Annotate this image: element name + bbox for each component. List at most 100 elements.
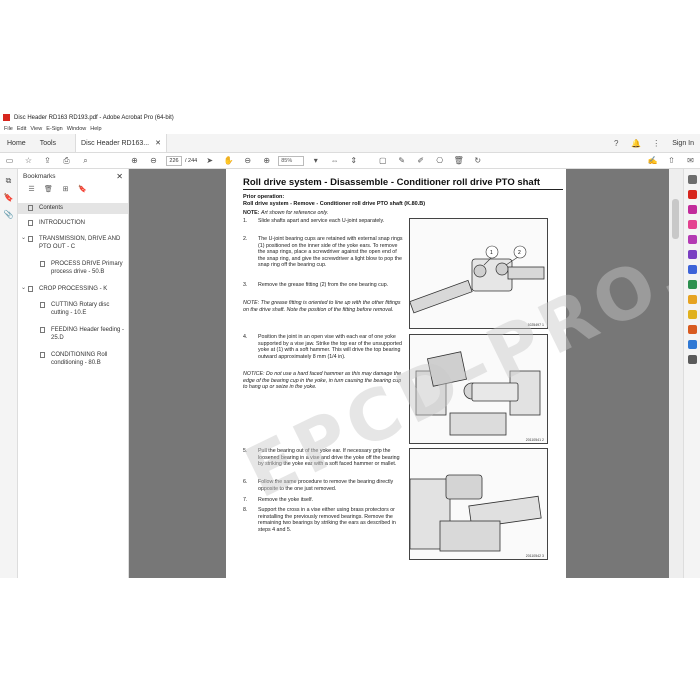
bookmark-item-feeding[interactable]: FEEDING Header feeding - 25.D: [18, 326, 128, 348]
menu-view[interactable]: View: [30, 126, 42, 132]
page-total: / 244: [185, 157, 198, 164]
next-page-icon[interactable]: ⊖: [148, 155, 159, 166]
tab-home[interactable]: Home: [0, 140, 33, 147]
bookmark-item-contents[interactable]: Contents: [18, 203, 128, 214]
tab-document[interactable]: Disc Header RD163... ✕: [75, 134, 167, 152]
bookmarks-title: Bookmarks: [23, 172, 56, 180]
upload-icon[interactable]: ⇪: [42, 155, 53, 166]
prior-operation-label: Prior operation:: [243, 194, 285, 200]
options-icon[interactable]: ☰: [26, 184, 37, 195]
pen-icon[interactable]: ✎: [396, 155, 407, 166]
chevron-down-icon[interactable]: ⌄: [21, 235, 26, 243]
right-tools-pane: [683, 169, 700, 578]
menu-file[interactable]: File: [4, 126, 13, 132]
document-tab-label: Disc Header RD163...: [81, 139, 150, 147]
sign-icon[interactable]: ✍: [647, 155, 658, 166]
bookmark-item-transmission[interactable]: ⌄ TRANSMISSION, DRIVE AND PTO OUT - C: [18, 235, 128, 257]
help-icon[interactable]: ?: [611, 138, 621, 148]
search-icon[interactable]: ⌕: [80, 155, 91, 166]
new-bookmark-icon[interactable]: ⊞: [60, 184, 71, 195]
hand-icon[interactable]: ✋: [223, 155, 234, 166]
edit-pdf-icon[interactable]: [688, 220, 697, 229]
pointer-icon[interactable]: ➤: [204, 155, 215, 166]
fill-sign-icon[interactable]: [688, 310, 697, 319]
pdf-page: Roll drive system - Disassemble - Condit…: [226, 169, 683, 578]
bookmark-item-conditioning[interactable]: CONDITIONING Roll conditioning - 80.B: [18, 351, 128, 373]
prior-operation-text: Roll drive system - Remove - Conditioner…: [243, 201, 426, 207]
stamp-icon[interactable]: ⎔: [434, 155, 445, 166]
title-rule: [243, 189, 563, 190]
document-view[interactable]: Roll drive system - Disassemble - Condit…: [129, 169, 683, 578]
star-icon[interactable]: ☆: [23, 155, 34, 166]
menu-help[interactable]: Help: [90, 126, 101, 132]
note-reference: NOTE: Art shown for reference only.: [243, 210, 329, 216]
bookmark-icon: [28, 236, 33, 242]
tools-icon[interactable]: [688, 355, 697, 364]
bookmark-item-cutting[interactable]: CUTTING Rotary disc cutting - 10.E: [18, 301, 128, 323]
tab-tools[interactable]: Tools: [33, 140, 63, 147]
fit-page-icon[interactable]: ⇔: [329, 155, 340, 166]
print-icon[interactable]: ⎙: [61, 155, 72, 166]
export-pdf-icon[interactable]: [688, 190, 697, 199]
delete-icon[interactable]: 🗑: [43, 184, 54, 195]
prev-page-icon[interactable]: ⊕: [129, 155, 140, 166]
save-icon[interactable]: ▭: [4, 155, 15, 166]
bookmark-icon: [28, 205, 33, 211]
tabbar-right: ? 🔔 ⋮ Sign In: [606, 138, 700, 148]
close-icon[interactable]: ✕: [116, 172, 123, 181]
bell-icon[interactable]: 🔔: [631, 138, 641, 148]
chevron-down-icon[interactable]: ▾: [310, 155, 321, 166]
share-icon[interactable]: ⇧: [666, 155, 677, 166]
bookmark-icon[interactable]: 🔖: [3, 192, 14, 203]
organize-icon[interactable]: [688, 235, 697, 244]
scrollbar-thumb[interactable]: [672, 199, 679, 239]
sign-in-button[interactable]: Sign In: [672, 140, 694, 147]
comment-icon[interactable]: [688, 265, 697, 274]
page-title: Roll drive system - Disassemble - Condit…: [243, 177, 541, 188]
bookmark-icon: [40, 261, 45, 267]
create-pdf-icon[interactable]: [688, 205, 697, 214]
apps-icon[interactable]: ⋮: [651, 138, 661, 148]
search-icon[interactable]: [688, 175, 697, 184]
bookmark-icon: [40, 352, 45, 358]
close-icon[interactable]: ✕: [155, 139, 161, 147]
vertical-scrollbar[interactable]: [669, 169, 683, 578]
delete-icon[interactable]: 🗑: [453, 155, 464, 166]
step-1: 1. Slide shafts apart and service each U…: [243, 218, 385, 224]
bookmark-icon: [28, 220, 33, 226]
highlight-icon[interactable]: ✐: [415, 155, 426, 166]
excel-icon[interactable]: [688, 280, 697, 289]
pages-icon[interactable]: ⧉: [3, 175, 14, 186]
protect-icon[interactable]: [688, 340, 697, 349]
zoom-out-icon[interactable]: ⊖: [242, 155, 253, 166]
bookmark-icon: [40, 327, 45, 333]
step-3: 3. Remove the grease fitting (2) from th…: [243, 282, 389, 288]
figure-2-caption: 20110541 2: [525, 438, 544, 442]
step-2: 2. The U-joint bearing cups are retained…: [243, 236, 403, 268]
page-number-input[interactable]: 226: [166, 155, 182, 166]
bookmarks-panel: Bookmarks ✕ ☰ 🗑 ⊞ 🔖 Contents INTRODUCTIO…: [18, 169, 129, 578]
zoom-select[interactable]: 85%: [278, 155, 305, 166]
step-4: 4. Position the joint in an open vise wi…: [243, 334, 402, 360]
comment-icon[interactable]: ▢: [377, 155, 388, 166]
bearing-illustration: [410, 474, 542, 552]
acrobat-window: Disc Header RD163 RD193.pdf - Adobe Acro…: [0, 111, 700, 578]
zoom-in-icon[interactable]: ⊕: [261, 155, 272, 166]
menu-edit[interactable]: Edit: [17, 126, 26, 132]
menu-esign[interactable]: E-Sign: [46, 126, 63, 132]
menu-window[interactable]: Window: [67, 126, 87, 132]
bookmark-icon[interactable]: 🔖: [77, 184, 88, 195]
chevron-down-icon[interactable]: ⌄: [21, 285, 26, 293]
tab-bar: Home Tools Disc Header RD163... ✕ ? 🔔 ⋮ …: [0, 134, 700, 153]
page-navigator: 226 / 244: [166, 155, 198, 166]
combine-icon[interactable]: [688, 295, 697, 304]
attachment-icon[interactable]: 📎: [3, 209, 14, 220]
mail-icon[interactable]: ✉: [685, 155, 696, 166]
rotate-icon[interactable]: ↻: [472, 155, 483, 166]
sign-icon[interactable]: [688, 250, 697, 259]
scroll-mode-icon[interactable]: ⇕: [348, 155, 359, 166]
bookmark-item-process-drive[interactable]: PROCESS DRIVE Primary process drive - 50…: [18, 260, 128, 282]
acrobat-logo-icon: [3, 114, 10, 121]
stamp-icon[interactable]: [688, 325, 697, 334]
note-grease-fitting: NOTE: The grease fitting is oriented to …: [243, 300, 401, 313]
